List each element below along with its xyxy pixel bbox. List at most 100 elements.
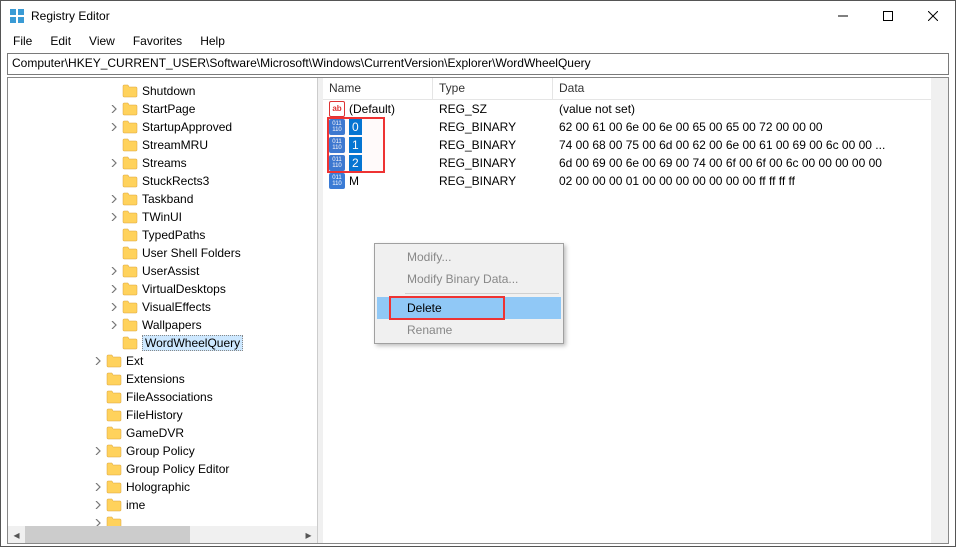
scroll-track[interactable] — [25, 526, 300, 543]
tree-label: VirtualDesktops — [142, 282, 226, 296]
tree-item[interactable] — [8, 514, 317, 526]
string-value-icon: ab — [329, 101, 345, 117]
tree-label: FileAssociations — [126, 390, 213, 404]
menu-view[interactable]: View — [81, 32, 123, 50]
list-row[interactable]: 0111102REG_BINARY6d 00 69 00 6e 00 69 00… — [323, 154, 948, 172]
menu-item-rename: Rename — [377, 319, 561, 341]
tree-item[interactable]: StuckRects3 — [8, 172, 317, 190]
tree-label: Group Policy Editor — [126, 462, 229, 476]
binary-value-icon: 011110 — [329, 137, 345, 153]
tree-item[interactable]: FileAssociations — [8, 388, 317, 406]
tree-item[interactable]: Wallpapers — [8, 316, 317, 334]
minimize-button[interactable] — [820, 1, 865, 31]
tree-item[interactable]: Extensions — [8, 370, 317, 388]
expander-icon[interactable] — [108, 103, 120, 115]
tree-item[interactable]: UserAssist — [8, 262, 317, 280]
tree-item[interactable]: StreamMRU — [8, 136, 317, 154]
tree-item[interactable]: Holographic — [8, 478, 317, 496]
expander-icon[interactable] — [92, 499, 104, 511]
value-data: (value not set) — [553, 101, 948, 117]
value-name: 0 — [349, 119, 362, 135]
tree-item[interactable]: VirtualDesktops — [8, 280, 317, 298]
menu-item-delete[interactable]: Delete — [377, 297, 561, 319]
expander-icon[interactable] — [92, 481, 104, 493]
expander-icon[interactable] — [108, 175, 120, 187]
expander-icon[interactable] — [108, 139, 120, 151]
expander-icon[interactable] — [108, 247, 120, 259]
tree-label: FileHistory — [126, 408, 183, 422]
scroll-thumb[interactable] — [25, 526, 190, 543]
expander-icon[interactable] — [108, 319, 120, 331]
tree-item[interactable]: ime — [8, 496, 317, 514]
scroll-left-icon[interactable]: ◂ — [8, 526, 25, 543]
expander-icon[interactable] — [92, 427, 104, 439]
expander-icon[interactable] — [108, 229, 120, 241]
tree-label: User Shell Folders — [142, 246, 241, 260]
list-row[interactable]: ab(Default)REG_SZ(value not set) — [323, 100, 948, 118]
tree-item[interactable]: Taskband — [8, 190, 317, 208]
expander-icon[interactable] — [92, 463, 104, 475]
menu-item-modify-binary-data: Modify Binary Data... — [377, 268, 561, 290]
column-header-data[interactable]: Data — [553, 78, 948, 99]
expander-icon[interactable] — [108, 85, 120, 97]
expander-icon[interactable] — [92, 391, 104, 403]
value-name: (Default) — [349, 102, 395, 116]
expander-icon[interactable] — [92, 517, 104, 526]
tree-item[interactable]: WordWheelQuery — [8, 334, 317, 352]
tree-item[interactable]: VisualEffects — [8, 298, 317, 316]
maximize-button[interactable] — [865, 1, 910, 31]
menu-edit[interactable]: Edit — [42, 32, 79, 50]
value-type: REG_BINARY — [433, 173, 553, 189]
menu-help[interactable]: Help — [192, 32, 233, 50]
tree-item[interactable]: TWinUI — [8, 208, 317, 226]
tree-item[interactable]: User Shell Folders — [8, 244, 317, 262]
expander-icon[interactable] — [92, 373, 104, 385]
tree-item[interactable]: TypedPaths — [8, 226, 317, 244]
context-menu: Modify...Modify Binary Data... DeleteRena… — [374, 243, 564, 344]
expander-icon[interactable] — [92, 445, 104, 457]
menu-file[interactable]: File — [5, 32, 40, 50]
expander-icon[interactable] — [108, 283, 120, 295]
expander-icon[interactable] — [108, 193, 120, 205]
tree-item[interactable]: Shutdown — [8, 82, 317, 100]
list-row[interactable]: 0111100REG_BINARY62 00 61 00 6e 00 6e 00… — [323, 118, 948, 136]
tree-item[interactable]: Group Policy — [8, 442, 317, 460]
tree-label: StartPage — [142, 102, 195, 116]
expander-icon[interactable] — [108, 337, 120, 349]
tree-item[interactable]: FileHistory — [8, 406, 317, 424]
value-name: 2 — [349, 155, 362, 171]
scroll-right-icon[interactable]: ▸ — [300, 526, 317, 543]
value-name: M — [349, 174, 359, 188]
value-type: REG_BINARY — [433, 137, 553, 153]
list-vscrollbar[interactable] — [931, 78, 948, 543]
column-header-type[interactable]: Type — [433, 78, 553, 99]
tree-item[interactable]: Ext — [8, 352, 317, 370]
expander-icon[interactable] — [108, 301, 120, 313]
tree-item[interactable]: GameDVR — [8, 424, 317, 442]
tree-hscrollbar[interactable]: ◂ ▸ — [8, 526, 317, 543]
expander-icon[interactable] — [108, 265, 120, 277]
expander-icon[interactable] — [92, 409, 104, 421]
regedit-icon — [9, 8, 25, 24]
tree-item[interactable]: StartPage — [8, 100, 317, 118]
value-data: 74 00 68 00 75 00 6d 00 62 00 6e 00 61 0… — [553, 137, 948, 153]
tree-item[interactable]: StartupApproved — [8, 118, 317, 136]
expander-icon[interactable] — [108, 211, 120, 223]
tree-label: Shutdown — [142, 84, 195, 98]
tree-label: TWinUI — [142, 210, 182, 224]
menu-favorites[interactable]: Favorites — [125, 32, 190, 50]
tree-label: WordWheelQuery — [142, 335, 243, 351]
expander-icon[interactable] — [108, 121, 120, 133]
expander-icon[interactable] — [92, 355, 104, 367]
expander-icon[interactable] — [108, 157, 120, 169]
tree-item[interactable]: Group Policy Editor — [8, 460, 317, 478]
tree-label: VisualEffects — [142, 300, 211, 314]
list-row[interactable]: 011110MREG_BINARY02 00 00 00 01 00 00 00… — [323, 172, 948, 190]
address-bar[interactable]: Computer\HKEY_CURRENT_USER\Software\Micr… — [7, 53, 949, 75]
menu-item-modify: Modify... — [377, 246, 561, 268]
column-header-name[interactable]: Name — [323, 78, 433, 99]
list-row[interactable]: 0111101REG_BINARY74 00 68 00 75 00 6d 00… — [323, 136, 948, 154]
tree-label: Group Policy — [126, 444, 195, 458]
tree-item[interactable]: Streams — [8, 154, 317, 172]
close-button[interactable] — [910, 1, 955, 31]
